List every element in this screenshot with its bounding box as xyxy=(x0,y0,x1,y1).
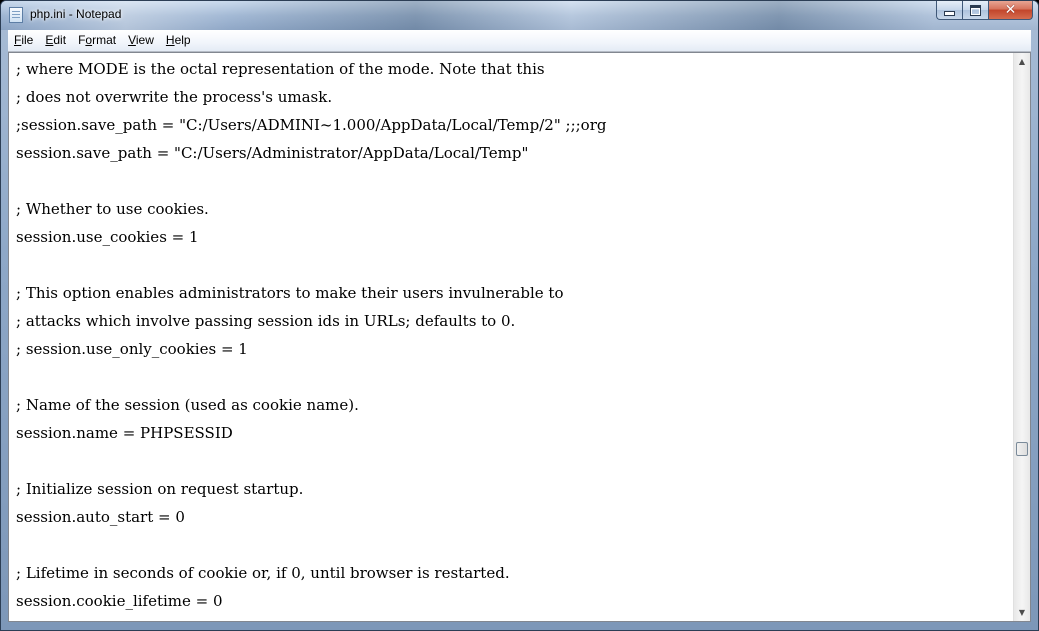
menu-bar: File Edit Format View Help xyxy=(8,30,1031,52)
minimize-button[interactable] xyxy=(936,1,962,20)
text-line[interactable] xyxy=(16,251,1013,279)
scroll-down-icon[interactable]: ▼ xyxy=(1014,604,1030,621)
menu-help[interactable]: Help xyxy=(160,30,197,51)
editor-area[interactable]: ; where MODE is the octal representation… xyxy=(8,52,1031,622)
text-line[interactable]: ; Lifetime in seconds of cookie or, if 0… xyxy=(16,559,1013,587)
text-line[interactable]: session.cookie_lifetime = 0 xyxy=(16,587,1013,615)
caption-buttons: ✕ xyxy=(936,1,1033,21)
text-line[interactable]: ; This option enables administrators to … xyxy=(16,279,1013,307)
close-icon: ✕ xyxy=(1004,2,1017,18)
text-line[interactable] xyxy=(16,531,1013,559)
text-line[interactable]: ; does not overwrite the process's umask… xyxy=(16,83,1013,111)
maximize-icon xyxy=(970,4,981,16)
minimize-icon xyxy=(944,10,955,16)
scroll-thumb[interactable] xyxy=(1016,442,1028,456)
window-title: php.ini - Notepad xyxy=(30,7,122,21)
text-line[interactable]: session.auto_start = 0 xyxy=(16,503,1013,531)
text-line[interactable]: ; attacks which involve passing session … xyxy=(16,307,1013,335)
notepad-icon[interactable] xyxy=(9,7,23,23)
menu-file[interactable]: File xyxy=(8,30,39,51)
notepad-window: php.ini - Notepad ✕ File Edit Format Vie… xyxy=(0,0,1039,631)
close-button[interactable]: ✕ xyxy=(988,1,1033,20)
vertical-scrollbar[interactable]: ▲ ▼ xyxy=(1013,53,1030,621)
text-line[interactable] xyxy=(16,167,1013,195)
title-bar[interactable]: php.ini - Notepad ✕ xyxy=(1,1,1038,30)
text-line[interactable]: session.use_cookies = 1 xyxy=(16,223,1013,251)
text-line[interactable]: ;session.save_path = "C:/Users/ADMINI~1.… xyxy=(16,111,1013,139)
scroll-track[interactable] xyxy=(1014,70,1030,604)
text-line[interactable]: ; session.use_only_cookies = 1 xyxy=(16,335,1013,363)
text-line[interactable]: ; where MODE is the octal representation… xyxy=(16,55,1013,83)
text-line[interactable]: ; Whether to use cookies. xyxy=(16,195,1013,223)
text-line[interactable]: session.save_path = "C:/Users/Administra… xyxy=(16,139,1013,167)
text-content[interactable]: ; where MODE is the octal representation… xyxy=(9,53,1013,621)
text-line[interactable]: session.name = PHPSESSID xyxy=(16,419,1013,447)
text-line[interactable] xyxy=(16,363,1013,391)
text-line[interactable]: ; Name of the session (used as cookie na… xyxy=(16,391,1013,419)
scroll-up-icon[interactable]: ▲ xyxy=(1014,53,1030,70)
menu-edit[interactable]: Edit xyxy=(39,30,72,51)
maximize-button[interactable] xyxy=(962,1,988,20)
text-line[interactable] xyxy=(16,447,1013,475)
text-line[interactable]: ; Initialize session on request startup. xyxy=(16,475,1013,503)
menu-view[interactable]: View xyxy=(122,30,160,51)
menu-format[interactable]: Format xyxy=(72,30,122,51)
